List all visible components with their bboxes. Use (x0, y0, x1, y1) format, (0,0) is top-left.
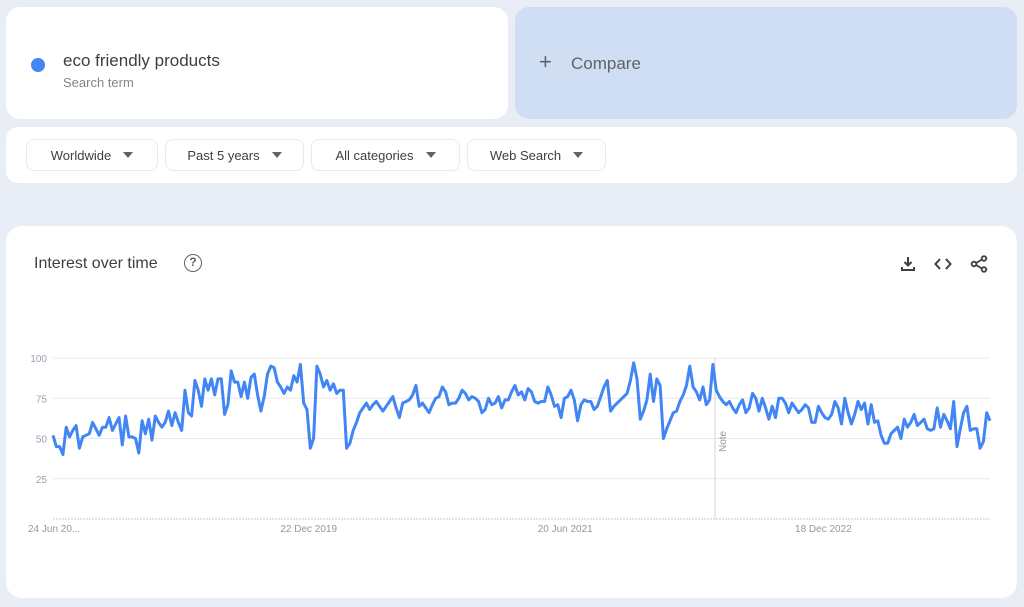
x-tick-label: 20 Jun 2021 (538, 524, 593, 535)
y-tick-label: 25 (36, 475, 48, 486)
y-tick-label: 50 (36, 435, 48, 446)
note-label[interactable]: Note (718, 430, 729, 452)
y-tick-label: 75 (36, 394, 48, 405)
x-tick-label: 22 Dec 2019 (280, 524, 337, 535)
x-tick-label: 24 Jun 20... (28, 524, 80, 535)
x-tick-label: 18 Dec 2022 (795, 524, 852, 535)
interest-line-chart[interactable]: 25 50 75 100 24 Jun 20... 22 Dec 2019 20 Jun … (0, 0, 1024, 607)
y-tick-label: 100 (30, 354, 47, 365)
series-line (51, 361, 992, 457)
